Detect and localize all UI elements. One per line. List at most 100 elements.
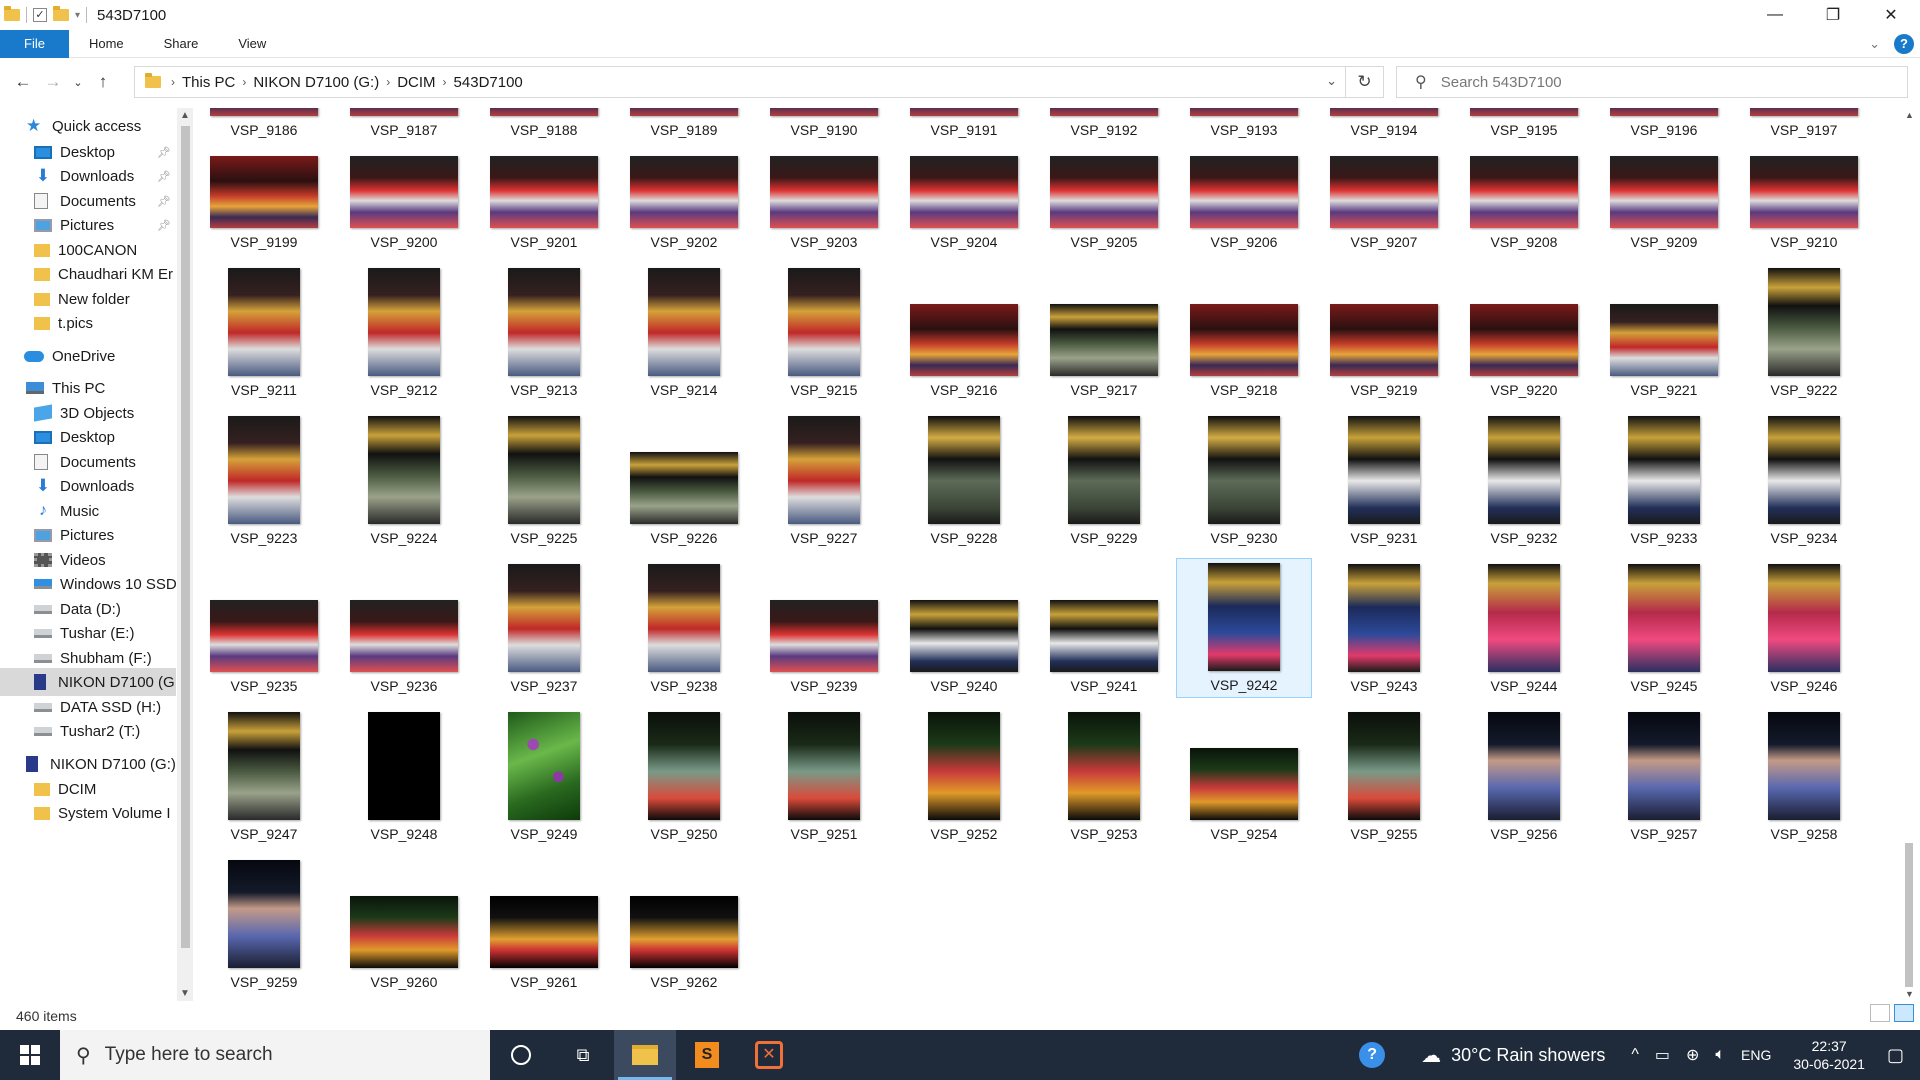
properties-icon[interactable]: ✓	[33, 8, 47, 22]
file-item[interactable]: VSP_9248	[336, 706, 472, 846]
file-item[interactable]: VSP_9232	[1456, 410, 1592, 550]
file-item[interactable]: VSP_9215	[756, 262, 892, 402]
file-item[interactable]: VSP_9237	[476, 558, 612, 698]
file-item[interactable]: VSP_9234	[1736, 410, 1872, 550]
task-view-button[interactable]: ⧉	[552, 1030, 614, 1080]
file-item[interactable]: VSP_9212	[336, 262, 472, 402]
get-help-icon[interactable]: ?	[1359, 1042, 1386, 1068]
sidebar-item[interactable]: Chaudhari KM Er	[0, 260, 176, 288]
breadcrumb-dcim[interactable]: DCIM	[390, 74, 442, 91]
tab-home[interactable]: Home	[69, 30, 144, 58]
file-item[interactable]: VSP_9251	[756, 706, 892, 846]
sidebar-item[interactable]: Tushar (E:)	[0, 619, 176, 647]
file-item[interactable]: VSP_9222	[1736, 262, 1872, 402]
scroll-down-arrow-icon[interactable]: ▼	[1905, 989, 1914, 999]
file-item[interactable]: VSP_9228	[896, 410, 1032, 550]
taskbar-xampp[interactable]: ✕	[738, 1030, 800, 1080]
clock[interactable]: 22:37 30-06-2021	[1793, 1037, 1865, 1073]
file-item[interactable]: VSP_9241	[1036, 558, 1172, 698]
weather-widget[interactable]: ☁ 30°C Rain showers	[1421, 1043, 1605, 1068]
sidebar-item[interactable]: ★ Quick access	[0, 112, 176, 140]
file-item[interactable]: VSP_9236	[336, 558, 472, 698]
file-item[interactable]: VSP_9213	[476, 262, 612, 402]
input-language[interactable]: ENG	[1741, 1047, 1771, 1063]
file-grid-scrollbar[interactable]: ▲ ▼	[1900, 108, 1918, 1001]
breadcrumb-this-pc[interactable]: This PC	[175, 74, 242, 91]
sidebar-item[interactable]: Tushar2 (T:)	[0, 717, 176, 745]
file-item[interactable]: VSP_9218	[1176, 262, 1312, 402]
file-item[interactable]: VSP_9246	[1736, 558, 1872, 698]
file-item[interactable]: VSP_9253	[1036, 706, 1172, 846]
sidebar-item[interactable]: Desktop	[0, 423, 176, 451]
file-item[interactable]: VSP_9200	[336, 114, 472, 254]
file-item[interactable]: VSP_9230	[1176, 410, 1312, 550]
up-button[interactable]: ↑	[88, 67, 118, 97]
sidebar-item[interactable]: t.pics	[0, 309, 176, 337]
file-item[interactable]: VSP_9245	[1596, 558, 1732, 698]
file-item[interactable]: VSP_9242	[1176, 558, 1312, 698]
start-button[interactable]	[0, 1030, 60, 1080]
file-item[interactable]: VSP_9205	[1036, 114, 1172, 254]
address-dropdown-chevron-icon[interactable]: ⌄	[1326, 73, 1337, 89]
file-item[interactable]: VSP_9250	[616, 706, 752, 846]
taskbar-search-placeholder[interactable]: Type here to search	[105, 1044, 273, 1066]
close-button[interactable]: ✕	[1862, 0, 1920, 30]
sidebar-item[interactable]: System Volume I	[0, 799, 176, 827]
tab-share[interactable]: Share	[144, 30, 219, 58]
file-item[interactable]: VSP_9204	[896, 114, 1032, 254]
taskbar-sublime-text[interactable]: S	[676, 1030, 738, 1080]
forward-button[interactable]: →	[38, 67, 68, 97]
search-placeholder[interactable]: Search 543D7100	[1441, 74, 1562, 91]
search-box[interactable]: ⚲ Search 543D7100	[1396, 66, 1908, 98]
file-item[interactable]: VSP_9211	[196, 262, 332, 402]
navigation-pane-scrollbar[interactable]: ▲ ▼	[177, 108, 193, 1001]
file-item[interactable]: VSP_9243	[1316, 558, 1452, 698]
sidebar-item[interactable]: Pictures 📌︎	[0, 211, 176, 239]
scroll-up-arrow-icon[interactable]: ▲	[1905, 110, 1914, 120]
customize-toolbar-chevron-icon[interactable]: ▾	[75, 10, 80, 21]
file-item[interactable]: VSP_9199	[196, 114, 332, 254]
scrollbar-thumb[interactable]	[1905, 843, 1913, 987]
file-item[interactable]: VSP_9224	[336, 410, 472, 550]
file-item[interactable]: VSP_9206	[1176, 114, 1312, 254]
file-item[interactable]: VSP_9226	[616, 410, 752, 550]
file-item[interactable]: VSP_9256	[1456, 706, 1592, 846]
file-item[interactable]: VSP_9231	[1316, 410, 1452, 550]
file-item[interactable]: VSP_9257	[1596, 706, 1732, 846]
help-icon[interactable]: ?	[1894, 34, 1914, 54]
file-item[interactable]: VSP_9252	[896, 706, 1032, 846]
scroll-down-arrow-icon[interactable]: ▼	[180, 988, 190, 999]
expand-ribbon-chevron-icon[interactable]: ⌄	[1869, 36, 1880, 52]
file-item[interactable]: VSP_9238	[616, 558, 752, 698]
file-item[interactable]: VSP_9203	[756, 114, 892, 254]
file-item[interactable]: VSP_9259	[196, 854, 332, 994]
file-item[interactable]: VSP_9233	[1596, 410, 1732, 550]
file-item[interactable]: VSP_9221	[1596, 262, 1732, 402]
recent-locations-chevron-icon[interactable]: ⌄	[68, 67, 88, 97]
breadcrumb-nikon-drive[interactable]: NIKON D7100 (G:)	[246, 74, 386, 91]
breadcrumb-current-folder[interactable]: 543D7100	[447, 74, 530, 91]
scrollbar-thumb[interactable]	[181, 126, 190, 948]
sidebar-item[interactable]: ⬇ Downloads 📌︎	[0, 162, 176, 190]
sidebar-item[interactable]: NIKON D7100 (G:)	[0, 750, 176, 778]
file-item[interactable]: VSP_9247	[196, 706, 332, 846]
minimize-button[interactable]: —	[1746, 0, 1804, 30]
refresh-button[interactable]: ↻	[1346, 66, 1384, 98]
sidebar-item[interactable]: Pictures	[0, 521, 176, 549]
file-item[interactable]: VSP_9244	[1456, 558, 1592, 698]
file-item[interactable]: VSP_9210	[1736, 114, 1872, 254]
file-item[interactable]: VSP_9261	[476, 854, 612, 994]
back-button[interactable]: ←	[8, 67, 38, 97]
cortana-button[interactable]	[490, 1030, 552, 1080]
new-folder-icon[interactable]	[53, 6, 69, 21]
file-item[interactable]: VSP_9214	[616, 262, 752, 402]
details-view-icon[interactable]	[1870, 1004, 1890, 1022]
file-item[interactable]: VSP_9202	[616, 114, 752, 254]
file-item[interactable]: VSP_9229	[1036, 410, 1172, 550]
taskbar-search-box[interactable]: ⚲ Type here to search	[60, 1030, 490, 1080]
file-item[interactable]: VSP_9209	[1596, 114, 1732, 254]
maximize-button[interactable]: ❐	[1804, 0, 1862, 30]
file-item[interactable]: VSP_9225	[476, 410, 612, 550]
battery-icon[interactable]: ▭	[1655, 1045, 1670, 1065]
file-item[interactable]: VSP_9220	[1456, 262, 1592, 402]
